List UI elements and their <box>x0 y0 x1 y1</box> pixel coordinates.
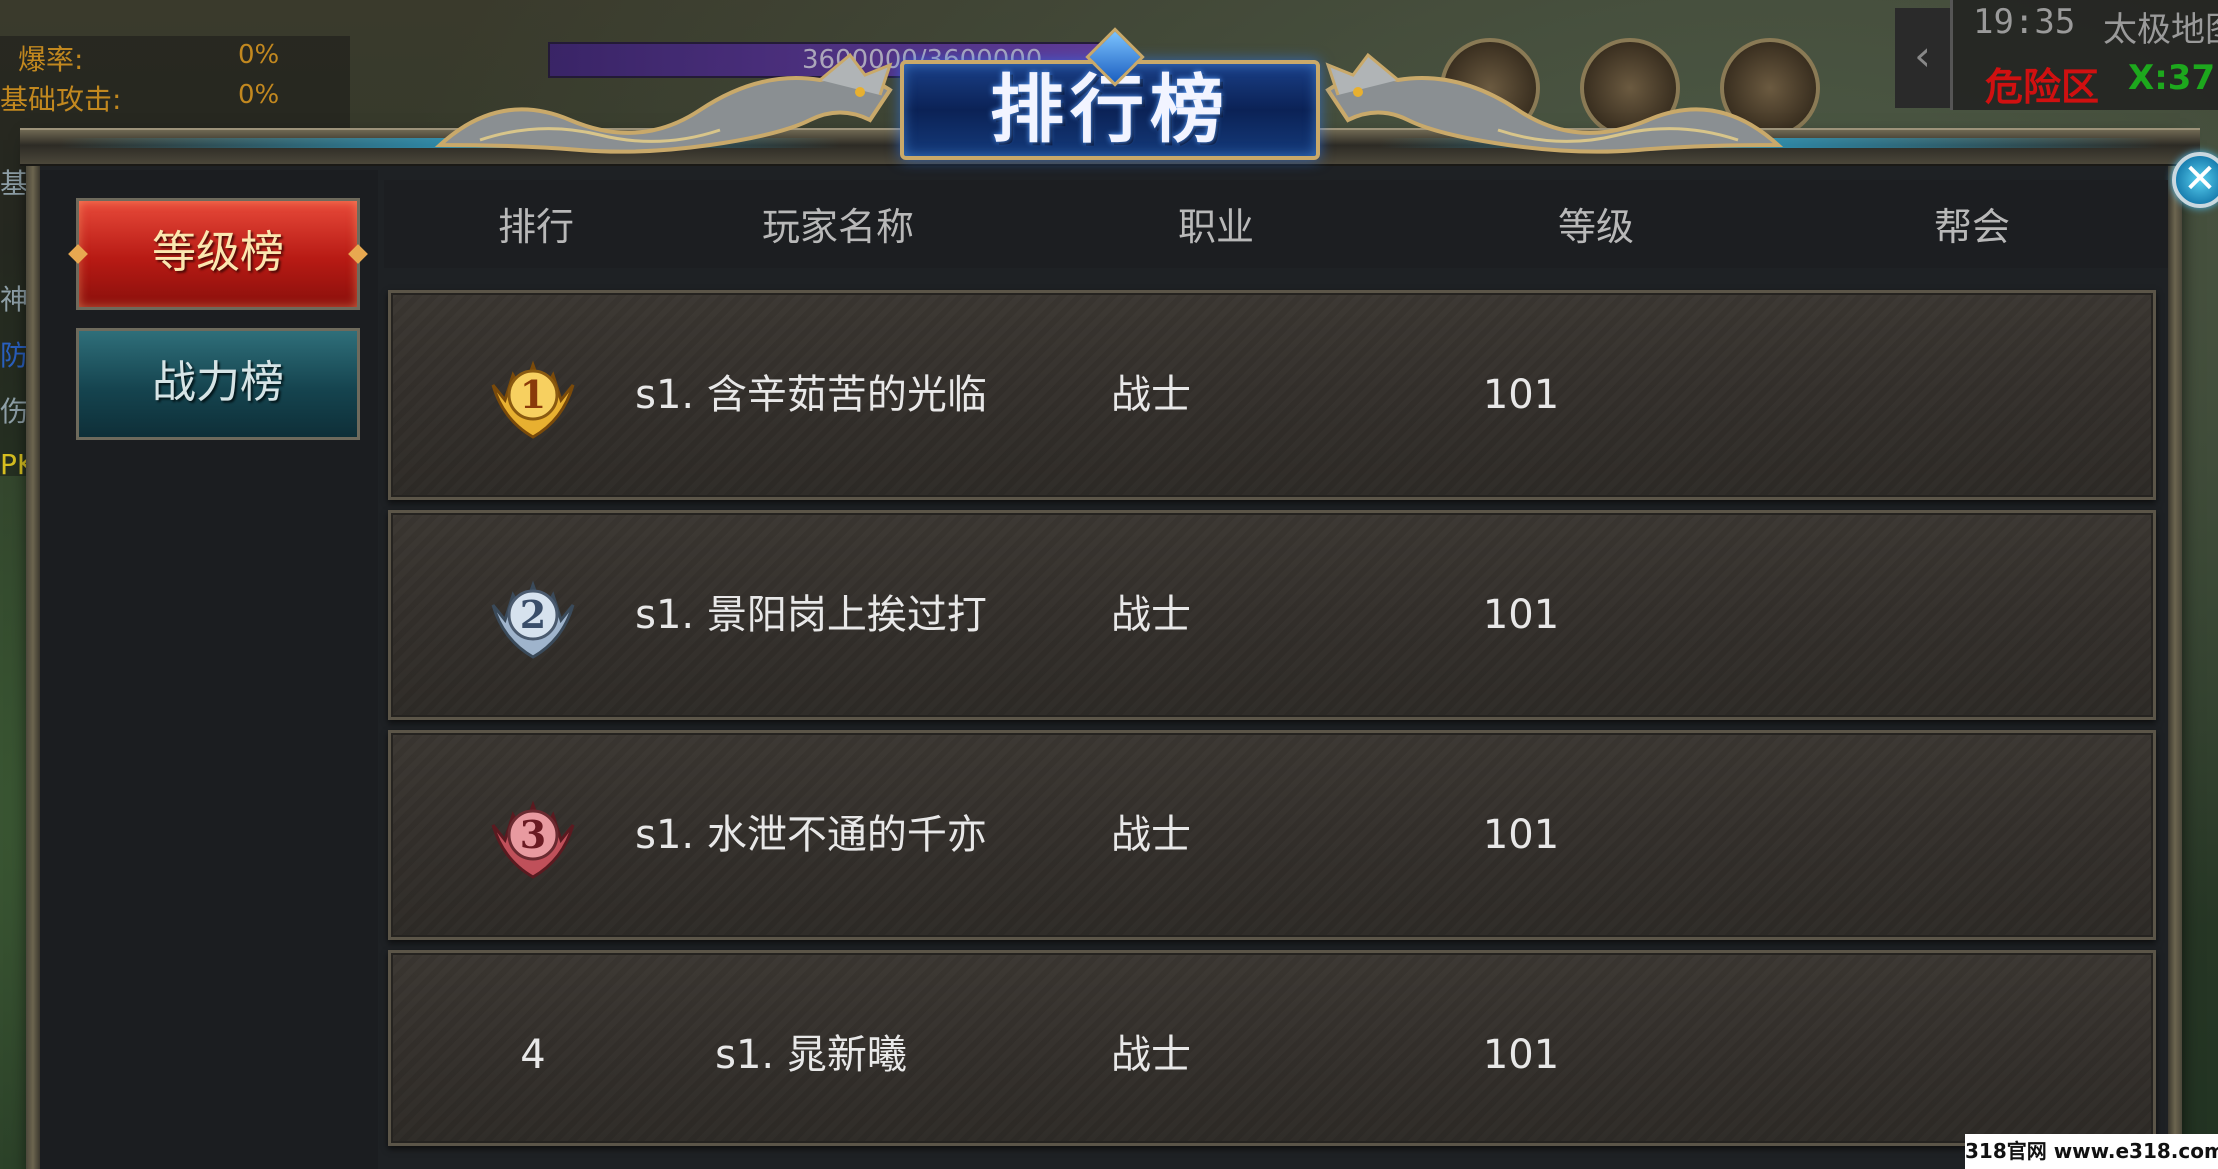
table-row[interactable]: 2 s1. 景阳岗上挨过打 战士 101 <box>388 510 2156 720</box>
player-name: s1. 水泄不通的千亦 <box>635 812 987 858</box>
drop-rate-value: 0% <box>238 40 280 70</box>
table-row[interactable]: 1 s1. 含辛茹苦的光临 战士 101 <box>388 290 2156 500</box>
player-name: s1. 含辛茹苦的光临 <box>635 372 987 418</box>
dragon-right-icon <box>1325 52 1784 154</box>
player-level: 101 <box>1482 372 1560 418</box>
tab-sidebar <box>38 170 378 1169</box>
rank-number: 4 <box>520 1032 546 1078</box>
hud-side-text-1: 基 <box>0 167 29 200</box>
medal-rank-1: 1 <box>520 372 546 417</box>
map-name: 太极地图 <box>2103 10 2218 50</box>
column-header-class: 职业 <box>1177 205 1254 249</box>
medal-rank-2: 2 <box>520 592 546 637</box>
player-name: s1. 晁新曦 <box>715 1032 907 1078</box>
player-level: 101 <box>1482 812 1560 858</box>
frame-right-border <box>2168 150 2182 1169</box>
table-row[interactable]: 4 s1. 晁新曦 战士 101 <box>388 950 2156 1146</box>
danger-zone-label: 危险区 <box>1985 65 2100 109</box>
player-guild <box>1791 733 1991 937</box>
dragon-left-icon <box>434 52 893 154</box>
player-guild <box>1791 953 1991 1157</box>
column-header-level: 等级 <box>1557 205 1634 249</box>
player-class: 战士 <box>1111 1032 1191 1078</box>
column-header-player-name: 玩家名称 <box>761 205 914 249</box>
player-guild <box>1791 513 1991 717</box>
column-header-guild: 帮会 <box>1933 205 2010 249</box>
player-class: 战士 <box>1111 592 1191 638</box>
minimap-info: 19:35 太极地图 危险区 X:37 <box>1950 0 2218 110</box>
player-name: s1. 景阳岗上挨过打 <box>635 592 987 638</box>
column-header-rank: 排行 <box>497 205 574 249</box>
base-attack-label: 基础攻击: <box>0 83 122 116</box>
coordinate-readout: X:37 <box>2128 58 2216 98</box>
gold-medal-icon: 1 <box>491 360 575 439</box>
silver-medal-icon: 2 <box>491 580 575 659</box>
base-attack-value: 0% <box>238 80 280 110</box>
frame-left-border <box>26 150 40 1169</box>
collapse-arrow-icon[interactable]: ‹ <box>1895 8 1950 108</box>
player-level: 101 <box>1482 592 1560 638</box>
medal-rank-3: 3 <box>520 812 546 857</box>
drop-rate-label: 爆率: <box>18 43 84 76</box>
tab-power-ranking[interactable]: 战力榜 <box>76 328 360 440</box>
tab-power-ranking-label: 战力榜 <box>152 357 284 408</box>
player-level: 101 <box>1482 1032 1560 1078</box>
clock-time: 19:35 <box>1973 2 2076 42</box>
tab-level-ranking-label: 等级榜 <box>152 227 284 278</box>
player-guild <box>1791 293 1991 497</box>
table-row[interactable]: 3 s1. 水泄不通的千亦 战士 101 <box>388 730 2156 940</box>
player-class: 战士 <box>1111 372 1191 418</box>
tab-level-ranking[interactable]: 等级榜 <box>68 198 368 310</box>
bronze-medal-icon: 3 <box>491 800 575 879</box>
player-class: 战士 <box>1111 812 1191 858</box>
watermark: 318官网 www.e318.com <box>1965 1134 2218 1169</box>
